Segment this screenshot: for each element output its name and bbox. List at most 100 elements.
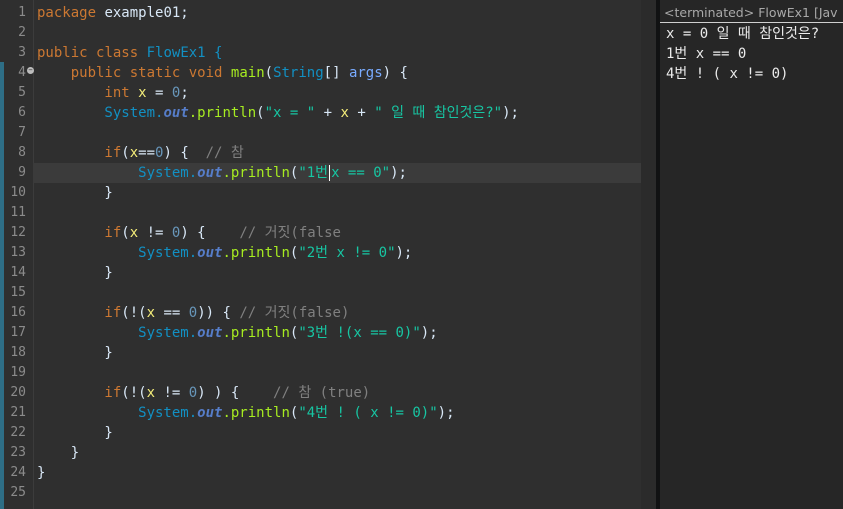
code-line-10: } [37, 183, 641, 203]
line-number: 20 [10, 385, 26, 400]
code-text: ) ) { [197, 385, 274, 401]
class-name: String [273, 65, 324, 81]
console-output-line: x = 0 일 때 참인것은? [666, 26, 820, 42]
local-variable: x [146, 385, 156, 401]
local-variable: x [138, 85, 147, 101]
line-number: 6 [18, 105, 26, 120]
code-text: != [155, 385, 189, 401]
code-line-18: } [37, 343, 641, 363]
code-text: } [37, 185, 113, 201]
code-text: } [37, 445, 80, 461]
line-number: 10 [10, 185, 26, 200]
text-cursor [329, 165, 331, 181]
static-field: out [197, 325, 223, 341]
line-number: 25 [10, 485, 26, 500]
code-text: } [37, 465, 46, 481]
code-line-21: System.out.println("4번 ! ( x != 0)"); [37, 403, 641, 423]
local-variable: x [129, 225, 139, 241]
line-number: 17 [10, 325, 26, 340]
number-literal: 0 [188, 305, 198, 321]
keyword: if [37, 385, 122, 401]
line-number: 11 [10, 205, 26, 220]
line-number: 7 [18, 125, 26, 140]
code-text: ); [395, 245, 413, 261]
code-text: ( [256, 105, 265, 121]
local-variable: x [129, 145, 139, 161]
code-editor[interactable]: 1 2 3 4 5 6 7 8 9 10 11 12 13 14 15 16 1… [0, 0, 641, 509]
static-field: out [197, 165, 223, 181]
line-number: 8 [18, 145, 26, 160]
code-line-23: } [37, 443, 641, 463]
keyword: int [37, 85, 130, 101]
code-text: ( [264, 65, 274, 81]
code-line-13: System.out.println("2번 x != 0"); [37, 243, 641, 263]
line-number: 12 [10, 225, 26, 240]
console-view[interactable]: <terminated> FlowEx1 [Jav x = 0 일 때 참인것은… [660, 0, 843, 509]
keyword: public [37, 45, 88, 61]
method-name: main [230, 65, 265, 81]
code-line-20: if(!(x != 0) ) { // 참 (true) [37, 383, 641, 403]
number-literal: 0 [188, 385, 198, 401]
code-text: ) { [163, 145, 206, 161]
keyword: package [37, 5, 97, 21]
fold-collapse-icon[interactable]: − [27, 67, 34, 74]
keyword: if [37, 225, 122, 241]
line-number-gutter: 1 2 3 4 5 6 7 8 9 10 11 12 13 14 15 16 1… [0, 0, 34, 509]
code-line-14: } [37, 263, 641, 283]
local-variable: x [146, 305, 156, 321]
string-literal: " 일 때 참인것은?" [374, 105, 503, 121]
method-call: .println [188, 105, 257, 121]
console-divider [660, 22, 843, 23]
keyword: static [129, 65, 181, 81]
code-text: ( [121, 225, 130, 241]
code-text: example01; [96, 5, 189, 21]
code-text: = [146, 85, 172, 101]
code-line-22: } [37, 423, 641, 443]
method-call: .println [222, 245, 290, 261]
code-line-9-current: System.out.println("1번 x == 0"); [33, 163, 641, 183]
code-text: ( [121, 145, 130, 161]
comment: // 참 [205, 145, 244, 161]
code-text: (!( [121, 305, 147, 321]
class-name: System. [37, 105, 164, 121]
code-line-12: if(x != 0) { // 거짓(false [37, 223, 641, 243]
line-number: 4 [18, 65, 26, 80]
code-line-4: public static void main(String[] args) { [37, 63, 641, 83]
keyword: void [188, 65, 223, 81]
code-text: + [348, 105, 375, 121]
line-number: 3 [18, 45, 26, 60]
local-variable: x [340, 105, 349, 121]
line-number: 24 [10, 465, 26, 480]
line-number: 1 [18, 5, 26, 20]
editor-vertical-scrollbar[interactable] [641, 0, 656, 509]
console-output-line: 1번 x == 0 [666, 46, 747, 62]
code-text: ) { [180, 225, 240, 241]
code-text: + [315, 105, 341, 121]
static-field: out [197, 245, 223, 261]
code-text: ); [420, 325, 438, 341]
code-line-17: System.out.println("3번 !(x == 0)"); [37, 323, 641, 343]
code-line-6: System.out.println("x = " + x + " 일 때 참인… [37, 103, 641, 123]
class-name: FlowEx1 { [138, 45, 223, 61]
code-line-24: } [37, 463, 641, 483]
console-output-line: 4번 ! ( x != 0) [666, 66, 789, 82]
class-name: System. [37, 165, 198, 181]
line-number: 21 [10, 405, 26, 420]
class-name: System. [37, 245, 198, 261]
keyword: public [37, 65, 122, 81]
keyword: class [96, 45, 139, 61]
line-number: 22 [10, 425, 26, 440]
class-name: System. [37, 405, 198, 421]
code-text: != [138, 225, 172, 241]
string-literal: x == 0" [331, 165, 391, 181]
method-call: .println [222, 405, 290, 421]
code-text: ) { [382, 65, 408, 81]
keyword: if [37, 305, 122, 321]
method-call: .println [222, 165, 290, 181]
static-field: out [163, 105, 189, 121]
code-text: [] [323, 65, 349, 81]
method-call: .println [222, 325, 290, 341]
code-text: } [37, 425, 113, 441]
